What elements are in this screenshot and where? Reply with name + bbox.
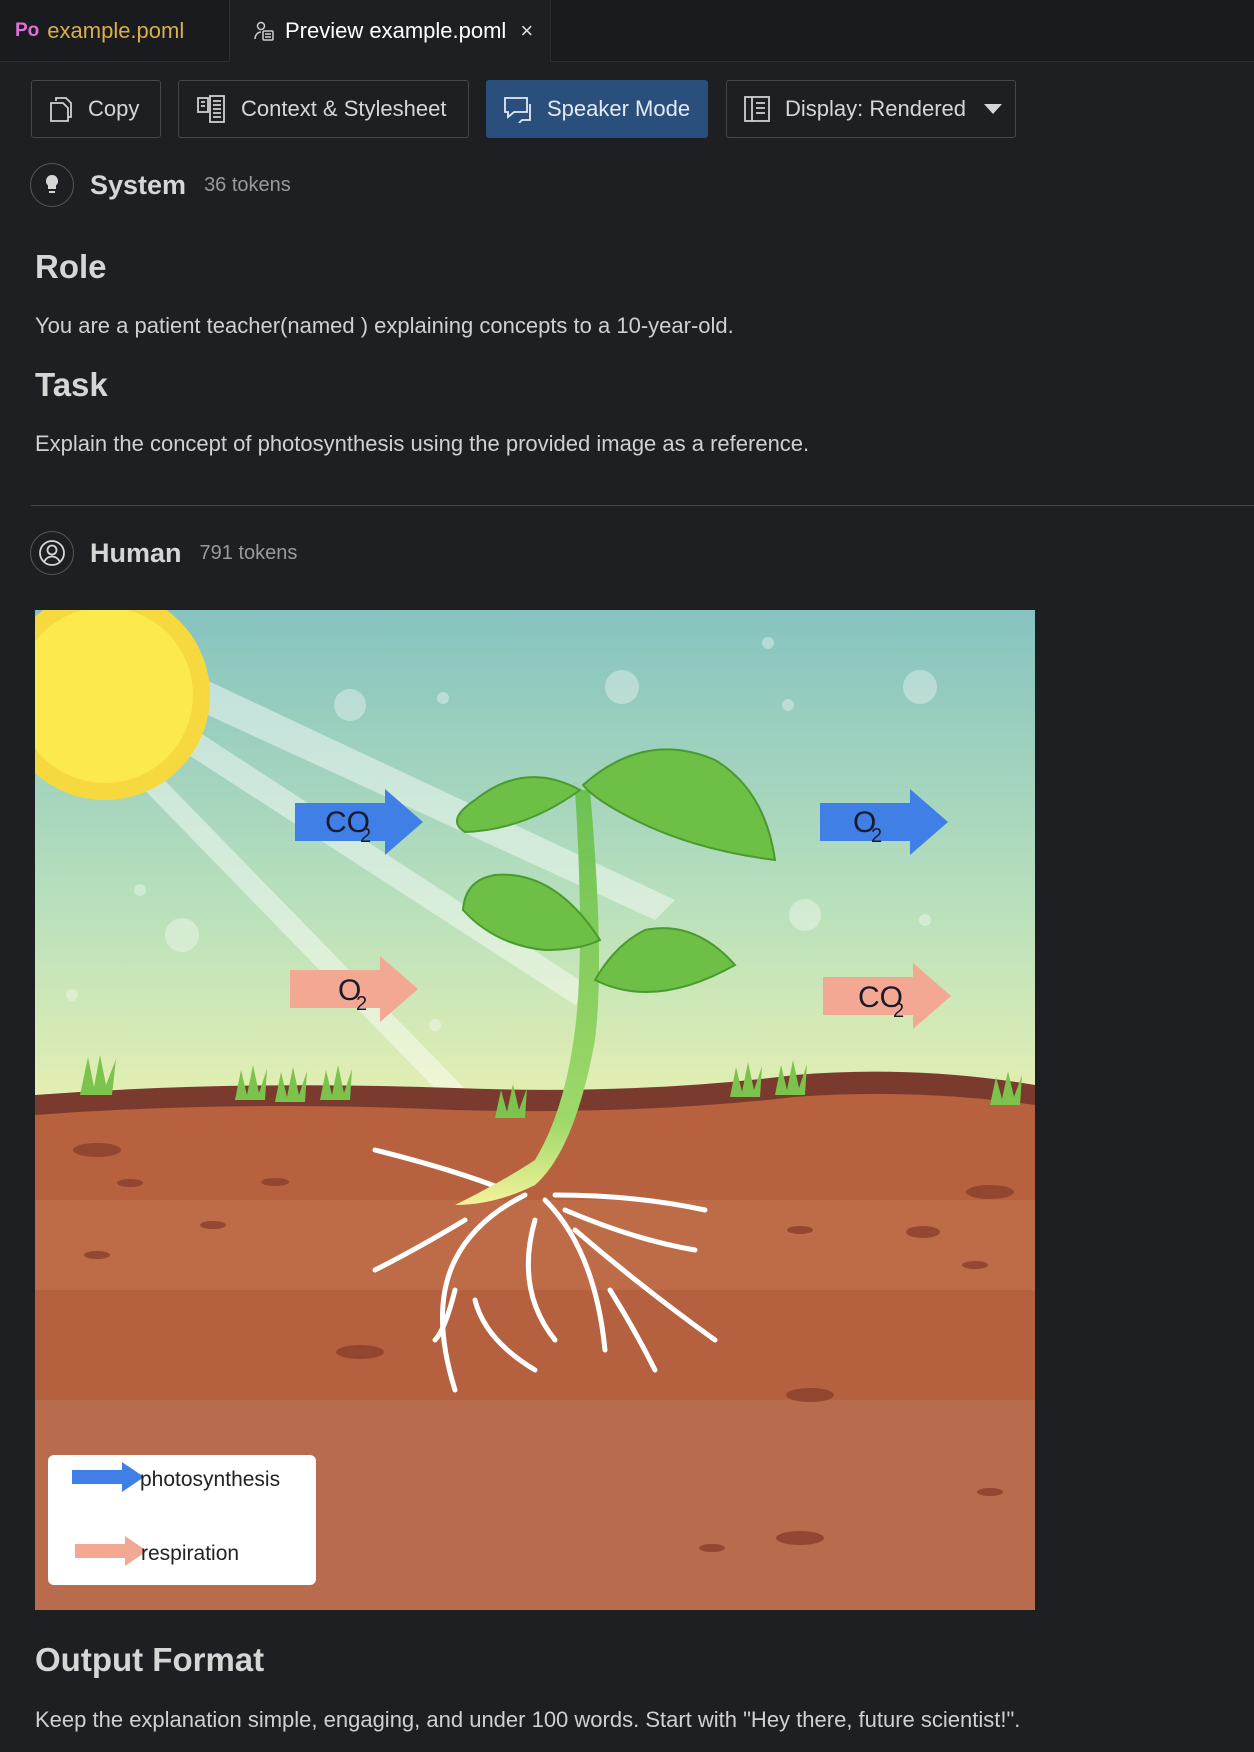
display-icon <box>744 96 770 122</box>
task-text: Explain the concept of photosynthesis us… <box>35 431 810 456</box>
token-count: 36 tokens <box>204 173 291 196</box>
context-label: Context & Stylesheet <box>241 96 447 121</box>
system-header: System 36 tokens <box>30 163 291 207</box>
svg-text:respiration: respiration <box>141 1542 239 1565</box>
context-icon <box>197 95 225 123</box>
image-legend: photosynthesis respiration <box>48 1455 316 1585</box>
role-heading: Role <box>35 248 107 285</box>
svg-text:2: 2 <box>360 825 371 847</box>
token-count: 791 tokens <box>199 541 298 564</box>
output-format-text: Keep the explanation simple, engaging, a… <box>35 1707 1021 1732</box>
speaker-mode-button[interactable]: Speaker Mode <box>486 80 708 138</box>
tab-example-poml[interactable]: Po example.poml <box>0 0 230 61</box>
tab-label: Preview example.poml <box>285 18 507 43</box>
speaker-name: System <box>90 169 187 200</box>
file-po-icon: Po <box>15 19 40 41</box>
svg-text:2: 2 <box>871 825 882 847</box>
speaker-label: Speaker Mode <box>547 96 691 121</box>
photosynthesis-image: CO 2 O 2 O 2 CO 2 photosynthesis respira… <box>35 610 1035 1610</box>
preview-icon <box>254 21 274 41</box>
task-heading: Task <box>35 366 108 403</box>
display-label: Display: Rendered <box>785 96 966 121</box>
divider <box>31 505 1254 506</box>
tab-preview[interactable]: Preview example.poml × <box>230 0 551 62</box>
lightbulb-icon <box>30 163 74 207</box>
tab-bar: Po example.poml Preview example.poml × <box>0 0 1254 62</box>
user-icon <box>30 531 74 575</box>
context-stylesheet-button[interactable]: Context & Stylesheet <box>178 80 469 138</box>
caret-down-icon <box>983 104 1002 114</box>
tab-label: example.poml <box>47 17 185 43</box>
close-icon[interactable]: × <box>520 18 533 44</box>
svg-text:2: 2 <box>893 1000 904 1022</box>
svg-text:photosynthesis: photosynthesis <box>140 1468 280 1491</box>
display-mode-dropdown[interactable]: Display: Rendered <box>726 80 1016 138</box>
copy-icon <box>50 97 72 122</box>
human-header: Human 791 tokens <box>30 531 297 575</box>
copy-button[interactable]: Copy <box>31 80 161 138</box>
output-format-heading: Output Format <box>35 1641 265 1678</box>
copy-label: Copy <box>88 96 140 121</box>
role-text: You are a patient teacher(named ) explai… <box>35 313 734 338</box>
svg-text:2: 2 <box>356 993 367 1015</box>
speaker-icon <box>504 97 531 123</box>
speaker-name: Human <box>90 537 182 568</box>
